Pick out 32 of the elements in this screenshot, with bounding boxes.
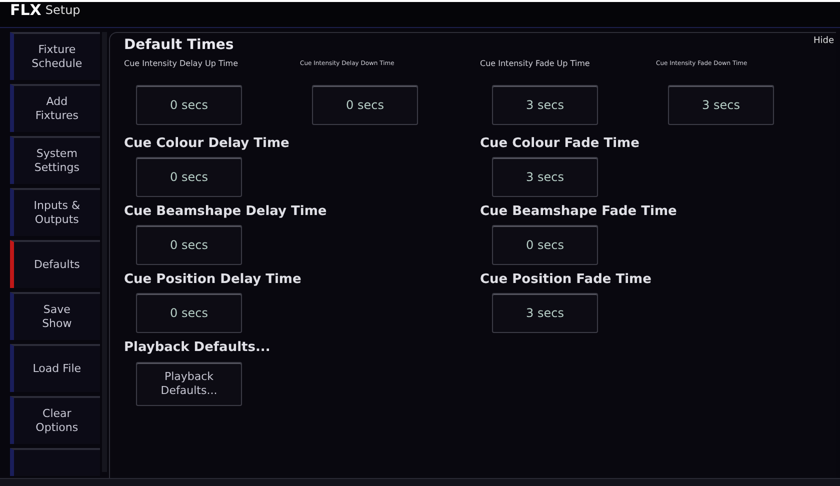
field-label: Cue Colour Fade Time <box>480 135 640 152</box>
field-label: Cue Position Delay Time <box>124 271 302 288</box>
time-value-button[interactable]: 0 secs <box>312 85 418 125</box>
time-value-button[interactable]: 0 secs <box>492 225 598 265</box>
time-value-button[interactable]: 3 secs <box>492 157 598 197</box>
sidebar-item[interactable]: Load File <box>10 344 100 392</box>
sidebar-item[interactable]: Save Show <box>10 292 100 340</box>
time-value-button[interactable]: 3 secs <box>668 85 774 125</box>
time-value-button[interactable]: 0 secs <box>136 85 242 125</box>
field-label: Cue Beamshape Delay Time <box>124 203 327 220</box>
panel-title: Default Times <box>124 36 234 55</box>
field-label: Cue Colour Delay Time <box>124 135 290 152</box>
sidebar-item[interactable]: Fixture Schedule <box>10 32 100 80</box>
section-label: Playback Defaults... <box>124 339 270 356</box>
hide-button[interactable]: Hide <box>813 35 834 48</box>
playback-defaults-button[interactable]: Playback Defaults... <box>136 362 242 406</box>
field-label: Cue Beamshape Fade Time <box>480 203 677 220</box>
field-label: Cue Intensity Fade Up Time <box>480 58 590 70</box>
sidebar-item[interactable]: Add Fixtures <box>10 84 100 132</box>
field-label: Cue Position Fade Time <box>480 271 652 288</box>
time-value-button[interactable]: 3 secs <box>492 85 598 125</box>
sidebar-item[interactable]: Inputs & Outputs <box>10 188 100 236</box>
logo-text: FLX <box>10 2 42 18</box>
time-value-button[interactable]: 0 secs <box>136 293 242 333</box>
time-value-button[interactable]: 0 secs <box>136 157 242 197</box>
sidebar-item[interactable]: Clear Options <box>10 396 100 444</box>
field-label: Cue Intensity Delay Up Time <box>124 58 238 70</box>
sidebar-item[interactable]: Defaults <box>10 240 100 288</box>
sidebar-item[interactable]: System Settings <box>10 136 100 184</box>
time-value-button[interactable]: 0 secs <box>136 225 242 265</box>
time-value-button[interactable]: 3 secs <box>492 293 598 333</box>
window-title: Setup <box>45 2 80 18</box>
